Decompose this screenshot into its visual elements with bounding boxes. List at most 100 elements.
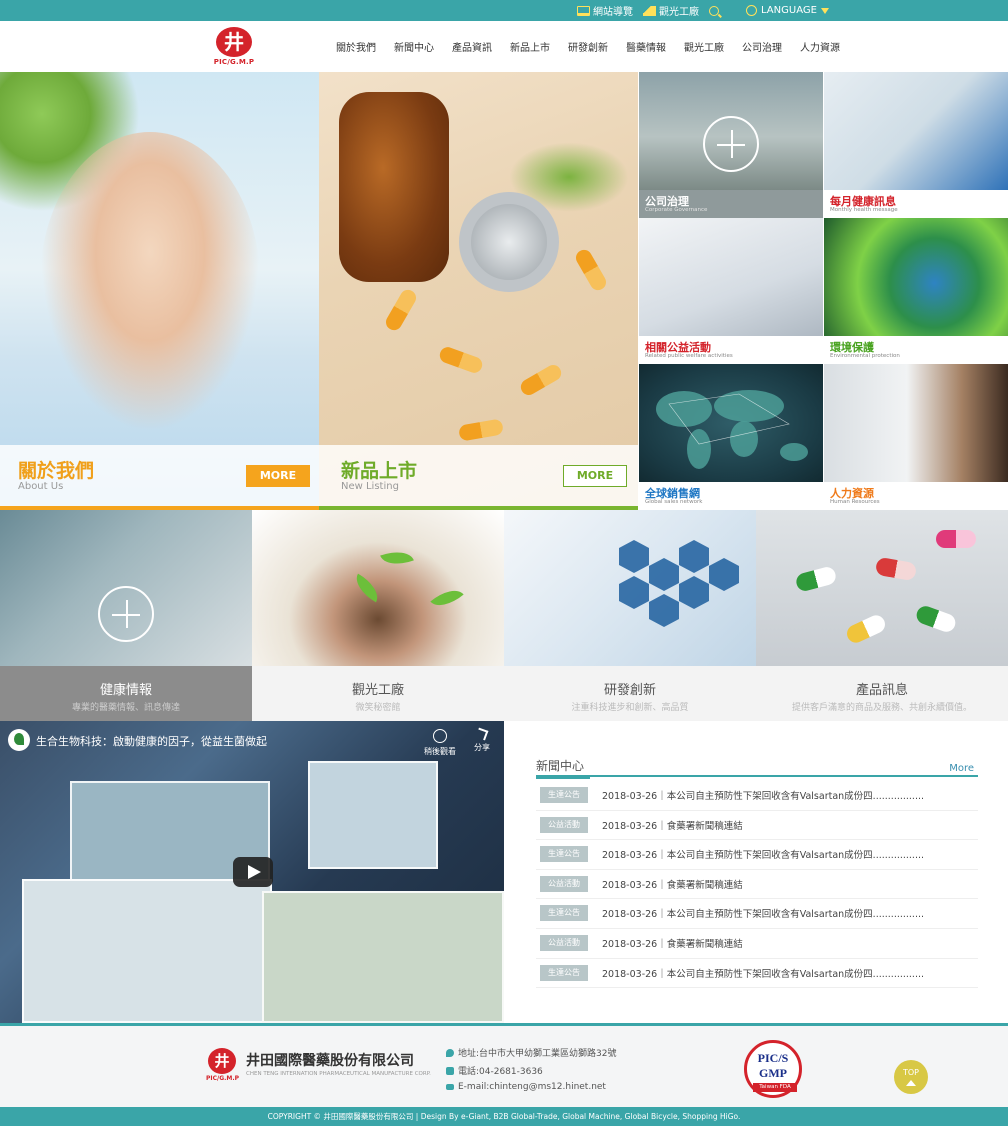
factory-icon <box>643 5 656 16</box>
tile-global-sales[interactable]: 全球銷售網 Global sales network <box>639 364 823 510</box>
tile-environment[interactable]: 環境保護 Environmental protection <box>824 218 1008 364</box>
nav-item-governance[interactable]: 公司治理 <box>742 39 782 54</box>
service-subtitle: 提供客戶滿意的商品及服務、共創永續價值。 <box>791 703 972 713</box>
news-more-link[interactable]: More <box>949 763 974 774</box>
tile-subtitle: Corporate Governance <box>645 207 708 213</box>
news-heading: 新聞中心 <box>536 759 591 779</box>
footer-logo[interactable]: 井 <box>208 1048 236 1074</box>
news-item[interactable]: 生達公告 2018-03-26｜本公司自主預防性下架回收含有Valsartan成… <box>536 899 978 929</box>
hero-new-listing-title: 新品上市 <box>341 460 418 482</box>
tile-human-resources[interactable]: 人力資源 Human Resources <box>824 364 1008 510</box>
sitemap-link[interactable]: 網站導覽 <box>577 3 633 18</box>
news-item[interactable]: 公益活動 2018-03-26｜食藥署新聞稿連結 <box>536 929 978 959</box>
tile-subtitle: Monthly health message <box>830 207 898 213</box>
service-tour-factory[interactable]: 觀光工廠 微笑秘密館 <box>252 510 504 721</box>
medical-hexagon-photo <box>504 510 756 666</box>
language-selector[interactable]: LANGUAGE <box>746 0 829 21</box>
world-map-graphic <box>656 390 808 469</box>
hero-new-listing-caption: 新品上市 New Listing MORE <box>319 445 638 510</box>
nav-item-tour-factory[interactable]: 觀光工廠 <box>684 39 724 54</box>
about-more-button[interactable]: MORE <box>246 465 310 487</box>
logo-mark: 井 <box>216 27 252 57</box>
tile-caption: 每月健康訊息 Monthly health message <box>824 190 1008 218</box>
news-tag: 生達公告 <box>540 905 588 922</box>
news-tag: 生達公告 <box>540 964 588 981</box>
news-tag: 公益活動 <box>540 875 588 892</box>
capsule <box>794 565 838 593</box>
watch-later-button[interactable]: 稍後觀看 <box>420 729 460 757</box>
mail-icon <box>446 1084 454 1090</box>
leaf <box>380 545 414 571</box>
play-button[interactable] <box>233 857 273 887</box>
footer-email[interactable]: E-mail:chinteng@ms12.hinet.net <box>446 1082 606 1092</box>
tile-caption: 公司治理 Corporate Governance <box>639 190 823 218</box>
plus-icon <box>703 116 759 172</box>
service-product-info[interactable]: 產品訊息 提供客戶滿意的商品及服務、共創永續價值。 <box>756 510 1008 721</box>
search-button[interactable] <box>709 5 719 16</box>
medicine-jar <box>339 92 449 282</box>
video-title[interactable]: 生合生物科技：啟動健康的因子，從益生菌做起 <box>36 733 267 749</box>
nav-item-new-listing[interactable]: 新品上市 <box>510 39 550 54</box>
service-rnd[interactable]: 研發創新 注重科技進步和創新、高品質 <box>504 510 756 721</box>
channel-logo[interactable] <box>8 729 30 751</box>
back-to-top-button[interactable]: TOP <box>894 1060 928 1094</box>
logo-caption: PIC/G.M.P <box>213 58 255 66</box>
hero-about-caption: 關於我們 About Us MORE <box>0 445 319 510</box>
tile-public-welfare[interactable]: 相關公益活動 Related public welfare activities <box>639 218 823 364</box>
doctor-photo <box>824 72 1008 190</box>
share-button[interactable]: 分享 <box>462 727 502 753</box>
news-item[interactable]: 生達公告 2018-03-26｜本公司自主預防性下架回收含有Valsartan成… <box>536 959 978 989</box>
share-icon <box>475 727 489 741</box>
tile-health-message[interactable]: 每月健康訊息 Monthly health message <box>824 72 1008 218</box>
footer-logo-caption: PIC/G.M.P <box>206 1075 240 1082</box>
nav-item-products[interactable]: 產品資訊 <box>452 39 492 54</box>
news-text: 2018-03-26｜本公司自主預防性下架回收含有Valsartan成份四...… <box>602 968 925 980</box>
stethoscope <box>459 192 559 292</box>
capsule <box>844 612 888 646</box>
capsule <box>936 530 976 548</box>
news-item[interactable]: 公益活動 2018-03-26｜食藥署新聞稿連結 <box>536 870 978 900</box>
gmp-text: Taiwan FDA <box>753 1083 797 1092</box>
family-photo <box>40 132 260 432</box>
news-text: 2018-03-26｜食藥署新聞稿連結 <box>602 820 743 832</box>
nav-item-medical-info[interactable]: 醫藥情報 <box>626 39 666 54</box>
new-listing-more-button[interactable]: MORE <box>563 465 627 487</box>
globe-photo <box>824 218 1008 336</box>
site-header: 井 PIC/G.M.P 關於我們 新聞中心 產品資訊 新品上市 研發創新 醫藥情… <box>0 21 1008 72</box>
nav-item-about[interactable]: 關於我們 <box>336 39 376 54</box>
nav-item-news[interactable]: 新聞中心 <box>394 39 434 54</box>
site-footer: 井 PIC/G.M.P 井田國際醫藥股份有限公司 CHEN TENG INTER… <box>0 1023 1008 1107</box>
news-text: 2018-03-26｜本公司自主預防性下架回收含有Valsartan成份四...… <box>602 791 925 802</box>
news-panel: 新聞中心 More 生達公告 2018-03-26｜本公司自主預防性下架回收含有… <box>536 755 978 989</box>
footer-phone: 電話:04-2681-3636 <box>446 1064 543 1077</box>
footer-company-name: 井田國際醫藥股份有限公司 <box>246 1053 414 1069</box>
news-item[interactable]: 生達公告 2018-03-26｜本公司自主預防性下架回收含有Valsartan成… <box>536 840 978 870</box>
capsule <box>914 603 958 635</box>
news-text: 2018-03-26｜本公司自主預防性下架回收含有Valsartan成份四...… <box>602 850 925 862</box>
nav-item-rnd[interactable]: 研發創新 <box>568 39 608 54</box>
news-item[interactable]: 生達公告 2018-03-26｜本公司自主預防性下架回收含有Valsartan成… <box>536 781 978 811</box>
tour-factory-link[interactable]: 觀光工廠 <box>643 3 699 18</box>
hexagon-graphic <box>619 540 739 627</box>
gmp-text: GMP <box>759 1066 787 1080</box>
world-map-photo <box>639 364 823 482</box>
top-label: TOP <box>902 1068 919 1077</box>
globe-icon <box>746 5 757 16</box>
utility-links: 網站導覽 觀光工廠 <box>577 0 719 21</box>
monitor-icon <box>577 5 590 16</box>
news-tag: 生達公告 <box>540 787 588 803</box>
site-logo[interactable]: 井 PIC/G.M.P <box>212 25 256 69</box>
news-text: 2018-03-26｜食藥署新聞稿連結 <box>602 879 743 891</box>
gmp-text: PIC/S <box>757 1051 789 1065</box>
tile-caption: 相關公益活動 Related public welfare activities <box>639 336 823 364</box>
service-caption: 觀光工廠 微笑秘密館 <box>252 666 504 721</box>
service-caption: 產品訊息 提供客戶滿意的商品及服務、共創永續價值。 <box>756 666 1008 721</box>
nav-item-hr[interactable]: 人力資源 <box>800 39 840 54</box>
top-utility-bar: 網站導覽 觀光工廠 LANGUAGE <box>0 0 1008 21</box>
capsule <box>517 362 565 398</box>
service-health-info[interactable]: 健康情報 專業的醫藥情報、訊息傳達 <box>0 510 252 721</box>
news-item[interactable]: 公益活動 2018-03-26｜食藥署新聞稿連結 <box>536 811 978 841</box>
copyright-bar: COPYRIGHT © 井田國際醫藥股份有限公司 | Design By e-G… <box>0 1107 1008 1126</box>
tile-governance[interactable]: 公司治理 Corporate Governance <box>639 72 823 218</box>
capsule <box>437 344 485 376</box>
